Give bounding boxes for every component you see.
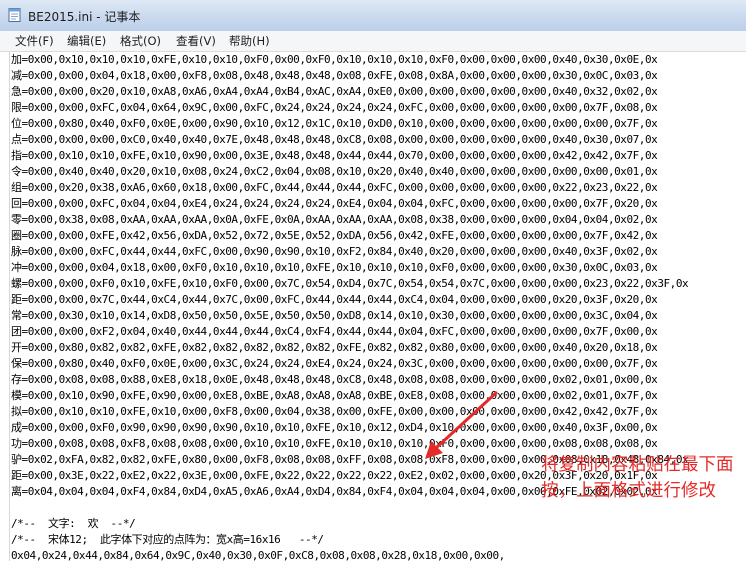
annotation-note: 将复制内容粘贴在最下面按，上面格式进行修改 — [541, 455, 734, 501]
notepad-window: BE2015.ini - 记事本 文件(F) 编辑(E) 格式(O) 查看(V)… — [0, 0, 746, 561]
